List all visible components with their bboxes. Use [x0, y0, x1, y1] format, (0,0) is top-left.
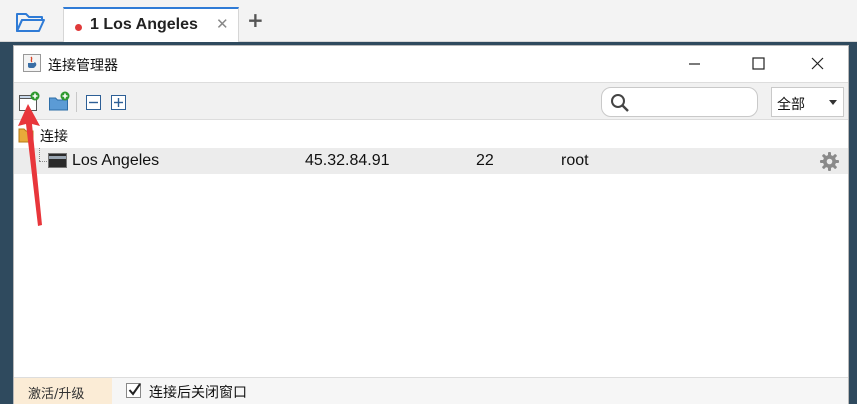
plus-icon[interactable]: + — [247, 10, 264, 30]
close-icon[interactable]: ✕ — [216, 15, 229, 33]
tab-bar: 1 Los Angeles ✕ + — [0, 0, 857, 42]
expand-all-icon[interactable] — [108, 91, 130, 113]
checkbox-check-icon — [128, 382, 141, 397]
chevron-down-icon — [829, 100, 837, 105]
close-icon[interactable] — [794, 46, 840, 81]
activate-upgrade-label: 激活/升级 — [28, 387, 85, 402]
tab-label: 1 Los Angeles — [90, 16, 198, 33]
folder-open-icon[interactable] — [14, 9, 48, 35]
toolbar-divider — [76, 92, 77, 112]
close-after-connect-checkbox[interactable] — [126, 383, 141, 398]
filter-dropdown[interactable]: 全部 — [771, 87, 844, 117]
connection-name: Los Angeles — [72, 152, 160, 169]
connection-user: root — [561, 152, 589, 169]
connection-tree: 连接 Los Angeles 45.32.84.91 22 root — [14, 121, 848, 377]
app-window: 1 Los Angeles ✕ + 连接管理器 全部 连接 Los Angele… — [0, 0, 857, 404]
search-icon — [610, 93, 630, 113]
dialog-titlebar: 连接管理器 — [14, 46, 848, 81]
activate-upgrade-link[interactable]: 激活/升级 — [14, 378, 112, 404]
toolbar: 全部 — [14, 82, 848, 120]
connection-host: 45.32.84.91 — [305, 152, 390, 169]
connection-port: 22 — [476, 152, 494, 169]
gear-icon[interactable] — [819, 151, 840, 172]
filter-selected-value: 全部 — [777, 97, 805, 113]
minimize-icon[interactable] — [671, 46, 717, 81]
connection-row[interactable]: Los Angeles 45.32.84.91 22 root — [14, 148, 848, 174]
dialog-title: 连接管理器 — [48, 58, 118, 74]
app-java-icon — [23, 54, 41, 72]
search-input[interactable] — [634, 92, 752, 112]
close-after-connect-label: 连接后关闭窗口 — [149, 385, 247, 401]
collapse-all-icon[interactable] — [83, 91, 105, 113]
connection-manager-dialog: 连接管理器 全部 连接 Los Angeles 45.32.84.91 22 r… — [13, 45, 849, 404]
maximize-icon[interactable] — [735, 46, 781, 81]
tab-los-angeles[interactable]: 1 Los Angeles ✕ — [63, 7, 239, 42]
connection-status-dot — [75, 24, 82, 31]
status-bar: 激活/升级 连接后关闭窗口 — [14, 377, 848, 404]
annotation-arrow — [18, 104, 52, 228]
tree-group-row[interactable]: 连接 — [14, 123, 848, 147]
search-box — [601, 87, 758, 117]
